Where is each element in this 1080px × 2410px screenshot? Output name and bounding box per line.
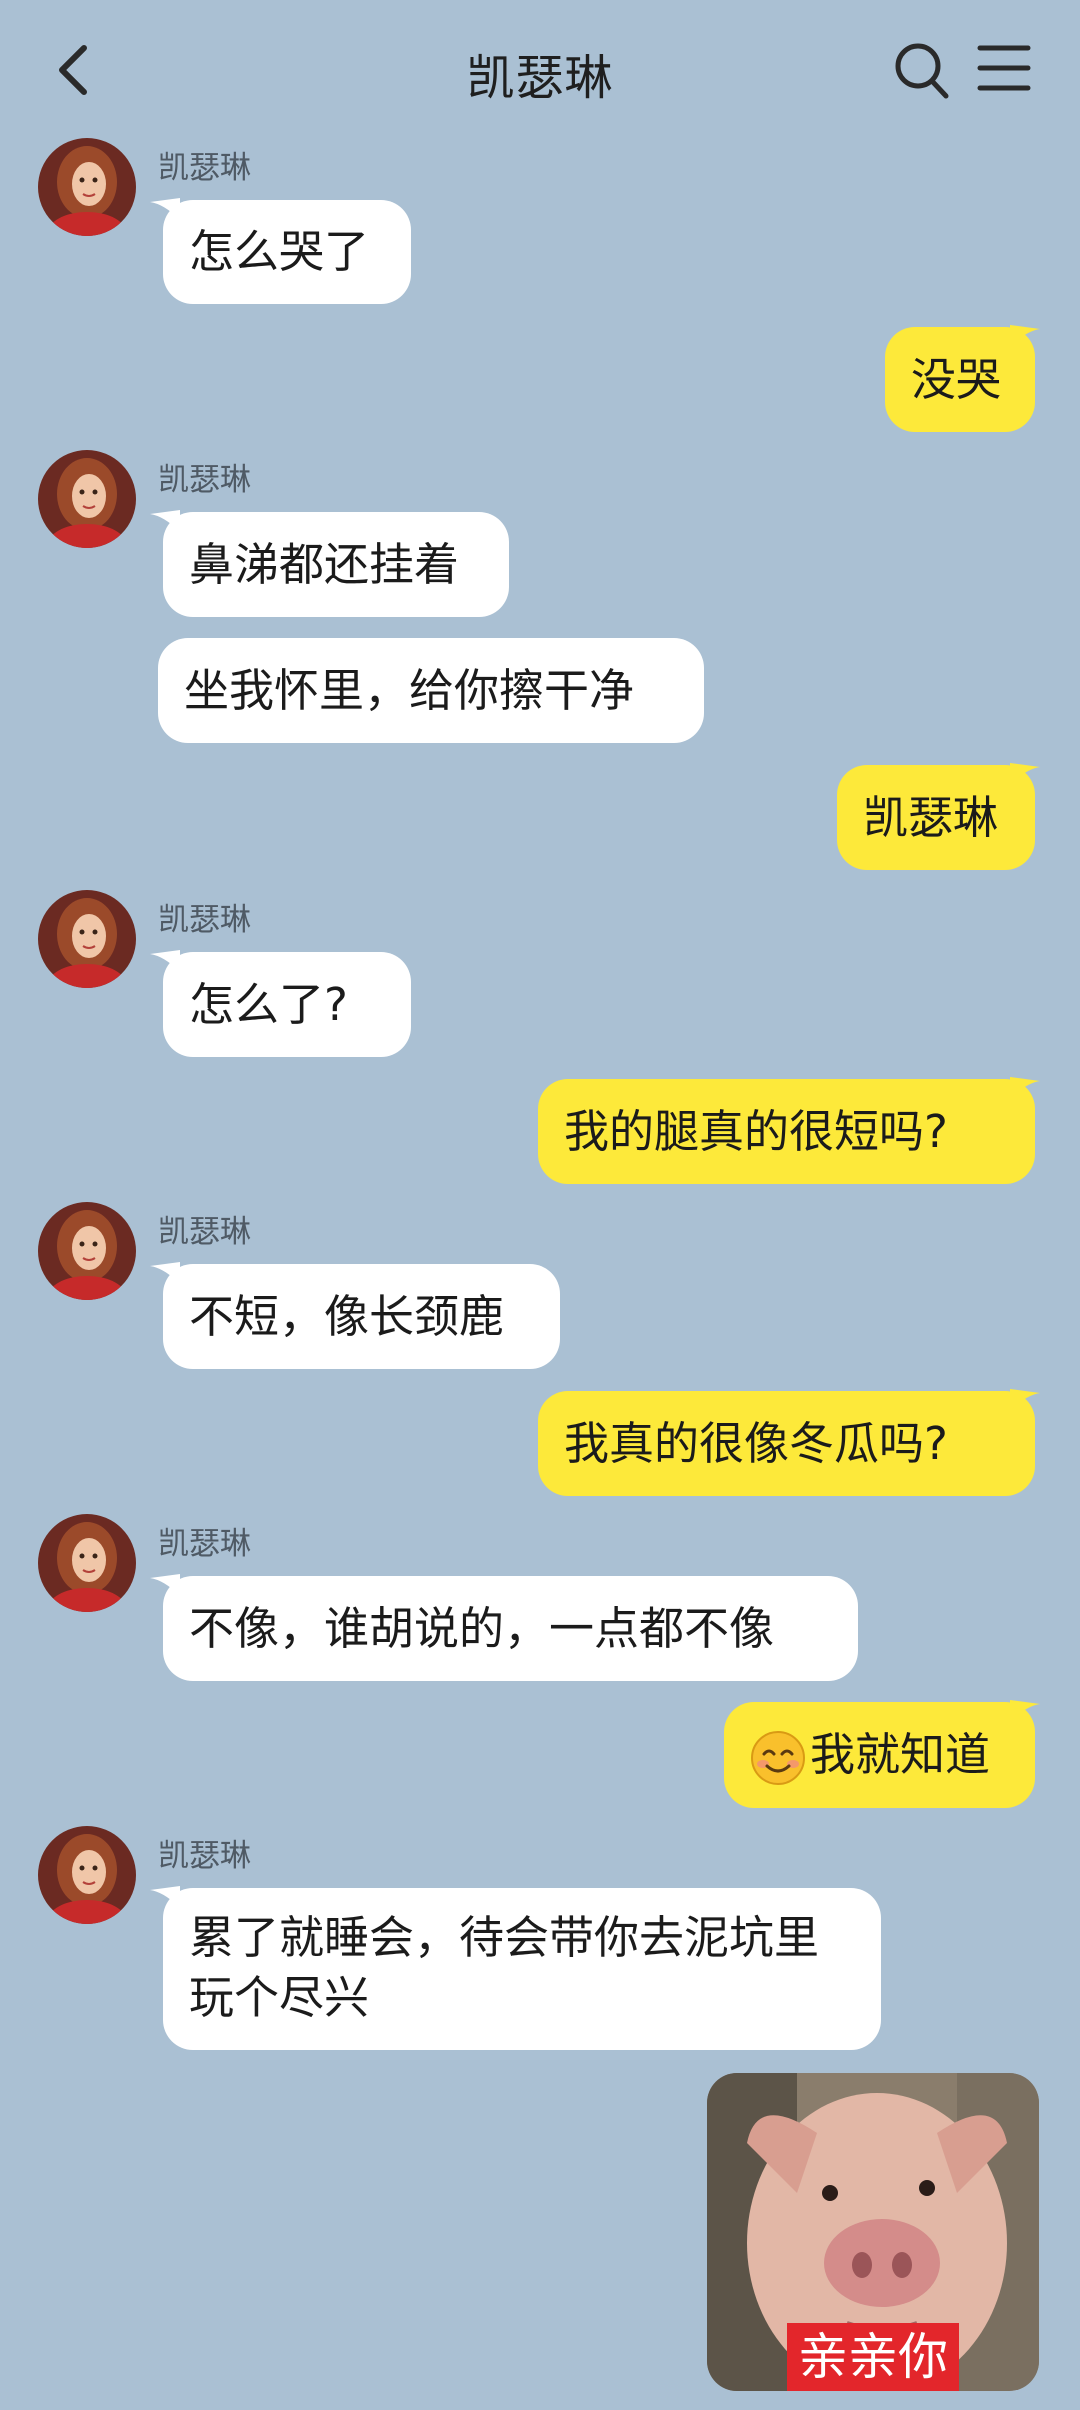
- avatar[interactable]: [38, 138, 136, 236]
- message-bubble-incoming[interactable]: 坐我怀里，给你擦干净: [158, 638, 704, 743]
- avatar[interactable]: [38, 1514, 136, 1612]
- message-bubble-outgoing[interactable]: 我真的很像冬瓜吗?: [538, 1391, 1035, 1496]
- bubble-tail: [1010, 1077, 1040, 1099]
- menu-button[interactable]: [976, 40, 1032, 96]
- bubble-tail: [1010, 763, 1040, 785]
- bubble-tail: [1010, 1700, 1040, 1722]
- avatar-image: [38, 1826, 136, 1924]
- avatar-image: [38, 1202, 136, 1300]
- avatar[interactable]: [38, 890, 136, 988]
- message-bubble-incoming[interactable]: 鼻涕都还挂着: [163, 512, 509, 617]
- avatar-image: [38, 138, 136, 236]
- sender-name: 凯瑟琳: [158, 1526, 251, 1562]
- message-bubble-incoming[interactable]: 不像，谁胡说的，一点都不像: [163, 1576, 858, 1681]
- search-icon: [895, 43, 949, 99]
- sticker-caption: 亲亲你: [787, 2323, 959, 2391]
- message-bubble-outgoing[interactable]: 我的腿真的很短吗?: [538, 1079, 1035, 1184]
- sender-name: 凯瑟琳: [158, 902, 251, 938]
- bubble-tail: [1010, 325, 1040, 347]
- message-bubble-incoming[interactable]: 怎么哭了: [163, 200, 411, 304]
- smiling-face-emoji-icon: [751, 1731, 805, 1785]
- sender-name: 凯瑟琳: [158, 150, 251, 186]
- avatar[interactable]: [38, 1826, 136, 1924]
- message-bubble-outgoing[interactable]: 我就知道: [724, 1702, 1035, 1808]
- avatar[interactable]: [38, 1202, 136, 1300]
- avatar-image: [38, 450, 136, 548]
- sender-name: 凯瑟琳: [158, 462, 251, 498]
- message-bubble-outgoing[interactable]: 凯瑟琳: [837, 765, 1035, 870]
- menu-icon: [977, 45, 1031, 91]
- bubble-tail: [1010, 1389, 1040, 1411]
- pig-sticker[interactable]: 亲亲你: [707, 2073, 1039, 2391]
- message-bubble-incoming[interactable]: 累了就睡会，待会带你去泥坑里玩个尽兴: [163, 1888, 881, 2050]
- sender-name: 凯瑟琳: [158, 1838, 251, 1874]
- search-button[interactable]: [890, 36, 954, 104]
- avatar-image: [38, 1514, 136, 1612]
- top-bar: 凯瑟琳: [0, 0, 1080, 140]
- message-bubble-incoming[interactable]: 不短，像长颈鹿: [163, 1264, 560, 1369]
- message-bubble-incoming[interactable]: 怎么了?: [163, 952, 411, 1057]
- sender-name: 凯瑟琳: [158, 1214, 251, 1250]
- avatar[interactable]: [38, 450, 136, 548]
- message-text: 我就知道: [810, 1728, 991, 1781]
- avatar-image: [38, 890, 136, 988]
